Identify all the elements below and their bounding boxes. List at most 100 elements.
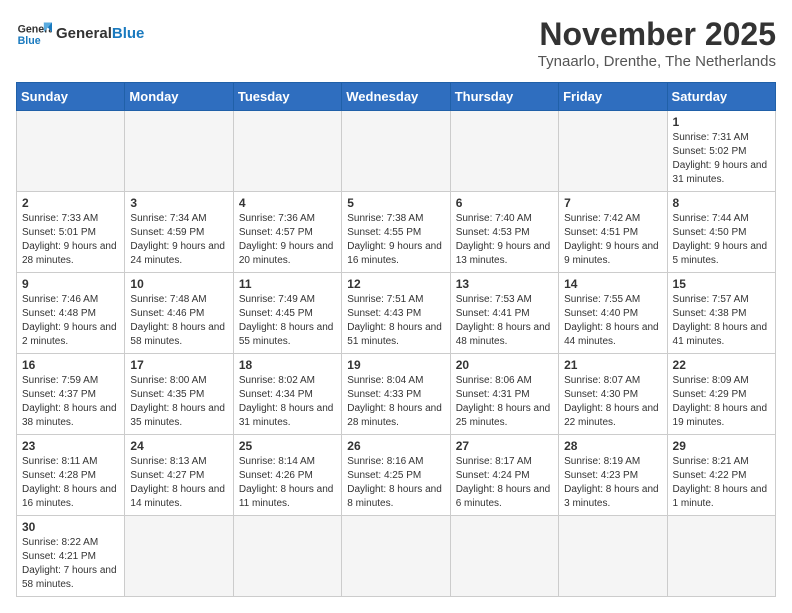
day-number: 22 xyxy=(673,358,770,372)
calendar-day-cell xyxy=(233,111,341,192)
calendar-week-row: 2 Sunrise: 7:33 AMSunset: 5:01 PMDaylight… xyxy=(17,192,776,273)
day-info: Sunrise: 7:34 AMSunset: 4:59 PMDaylight:… xyxy=(130,212,227,268)
day-info: Sunrise: 7:49 AMSunset: 4:45 PMDaylight:… xyxy=(239,293,336,349)
calendar-day-cell xyxy=(450,516,558,597)
calendar-week-row: 30 Sunrise: 8:22 AMSunset: 4:21 PMDayligh… xyxy=(17,516,776,597)
day-number: 10 xyxy=(130,277,227,291)
day-number: 19 xyxy=(347,358,444,372)
calendar-day-cell: 14 Sunrise: 7:55 AMSunset: 4:40 PMDayligh… xyxy=(559,273,667,354)
day-number: 29 xyxy=(673,439,770,453)
day-info: Sunrise: 7:42 AMSunset: 4:51 PMDaylight:… xyxy=(564,212,661,268)
calendar-day-cell xyxy=(559,111,667,192)
calendar-day-cell: 8 Sunrise: 7:44 AMSunset: 4:50 PMDaylight… xyxy=(667,192,775,273)
day-info: Sunrise: 8:22 AMSunset: 4:21 PMDaylight:… xyxy=(22,536,119,592)
month-year-title: November 2025 xyxy=(538,16,776,53)
calendar-table: SundayMondayTuesdayWednesdayThursdayFrid… xyxy=(16,82,776,597)
calendar-week-row: 1 Sunrise: 7:31 AMSunset: 5:02 PMDaylight… xyxy=(17,111,776,192)
day-header-monday: Monday xyxy=(125,83,233,111)
day-info: Sunrise: 8:09 AMSunset: 4:29 PMDaylight:… xyxy=(673,374,770,430)
calendar-header-row: SundayMondayTuesdayWednesdayThursdayFrid… xyxy=(17,83,776,111)
day-number: 17 xyxy=(130,358,227,372)
calendar-day-cell: 24 Sunrise: 8:13 AMSunset: 4:27 PMDayligh… xyxy=(125,435,233,516)
day-header-thursday: Thursday xyxy=(450,83,558,111)
day-number: 27 xyxy=(456,439,553,453)
calendar-day-cell: 29Sunrise: 8:21 AMSunset: 4:22 PMDayligh… xyxy=(667,435,775,516)
calendar-day-cell xyxy=(17,111,125,192)
day-number: 1 xyxy=(673,115,770,129)
day-number: 7 xyxy=(564,196,661,210)
calendar-day-cell: 11 Sunrise: 7:49 AMSunset: 4:45 PMDayligh… xyxy=(233,273,341,354)
day-number: 11 xyxy=(239,277,336,291)
day-number: 26 xyxy=(347,439,444,453)
logo: General Blue GeneralBlue xyxy=(16,16,144,52)
calendar-day-cell xyxy=(233,516,341,597)
day-info: Sunrise: 8:02 AMSunset: 4:34 PMDaylight:… xyxy=(239,374,336,430)
calendar-day-cell: 22 Sunrise: 8:09 AMSunset: 4:29 PMDayligh… xyxy=(667,354,775,435)
calendar-day-cell xyxy=(125,111,233,192)
day-info: Sunrise: 7:48 AMSunset: 4:46 PMDaylight:… xyxy=(130,293,227,349)
day-number: 23 xyxy=(22,439,119,453)
day-info: Sunrise: 7:55 AMSunset: 4:40 PMDaylight:… xyxy=(564,293,661,349)
day-header-sunday: Sunday xyxy=(17,83,125,111)
calendar-day-cell: 26 Sunrise: 8:16 AMSunset: 4:25 PMDayligh… xyxy=(342,435,450,516)
calendar-day-cell xyxy=(342,516,450,597)
day-header-friday: Friday xyxy=(559,83,667,111)
calendar-week-row: 23Sunrise: 8:11 AMSunset: 4:28 PMDayligh… xyxy=(17,435,776,516)
day-header-tuesday: Tuesday xyxy=(233,83,341,111)
calendar-day-cell: 15 Sunrise: 7:57 AMSunset: 4:38 PMDayligh… xyxy=(667,273,775,354)
calendar-day-cell: 20Sunrise: 8:06 AMSunset: 4:31 PMDayligh… xyxy=(450,354,558,435)
day-info: Sunrise: 7:38 AMSunset: 4:55 PMDaylight:… xyxy=(347,212,444,268)
svg-text:Blue: Blue xyxy=(18,35,41,47)
calendar-day-cell: 23Sunrise: 8:11 AMSunset: 4:28 PMDayligh… xyxy=(17,435,125,516)
calendar-day-cell: 25Sunrise: 8:14 AMSunset: 4:26 PMDayligh… xyxy=(233,435,341,516)
day-number: 12 xyxy=(347,277,444,291)
calendar-day-cell: 17 Sunrise: 8:00 AMSunset: 4:35 PMDayligh… xyxy=(125,354,233,435)
calendar-day-cell: 10 Sunrise: 7:48 AMSunset: 4:46 PMDayligh… xyxy=(125,273,233,354)
day-info: Sunrise: 7:36 AMSunset: 4:57 PMDaylight:… xyxy=(239,212,336,268)
day-number: 30 xyxy=(22,520,119,534)
day-number: 24 xyxy=(130,439,227,453)
day-info: Sunrise: 8:19 AMSunset: 4:23 PMDaylight:… xyxy=(564,455,661,511)
calendar-day-cell: 6Sunrise: 7:40 AMSunset: 4:53 PMDaylight… xyxy=(450,192,558,273)
day-number: 16 xyxy=(22,358,119,372)
calendar-week-row: 16 Sunrise: 7:59 AMSunset: 4:37 PMDayligh… xyxy=(17,354,776,435)
day-info: Sunrise: 7:53 AMSunset: 4:41 PMDaylight:… xyxy=(456,293,553,349)
day-info: Sunrise: 7:57 AMSunset: 4:38 PMDaylight:… xyxy=(673,293,770,349)
calendar-day-cell: 18 Sunrise: 8:02 AMSunset: 4:34 PMDayligh… xyxy=(233,354,341,435)
day-number: 4 xyxy=(239,196,336,210)
day-info: Sunrise: 7:51 AMSunset: 4:43 PMDaylight:… xyxy=(347,293,444,349)
day-number: 28 xyxy=(564,439,661,453)
day-info: Sunrise: 8:06 AMSunset: 4:31 PMDaylight:… xyxy=(456,374,553,430)
day-info: Sunrise: 7:33 AMSunset: 5:01 PMDaylight:… xyxy=(22,212,119,268)
day-info: Sunrise: 8:17 AMSunset: 4:24 PMDaylight:… xyxy=(456,455,553,511)
day-number: 3 xyxy=(130,196,227,210)
calendar-day-cell: 19Sunrise: 8:04 AMSunset: 4:33 PMDayligh… xyxy=(342,354,450,435)
calendar-day-cell: 9Sunrise: 7:46 AMSunset: 4:48 PMDaylight… xyxy=(17,273,125,354)
day-info: Sunrise: 8:13 AMSunset: 4:27 PMDaylight:… xyxy=(130,455,227,511)
day-number: 18 xyxy=(239,358,336,372)
day-number: 9 xyxy=(22,277,119,291)
calendar-day-cell: 27 Sunrise: 8:17 AMSunset: 4:24 PMDayligh… xyxy=(450,435,558,516)
calendar-day-cell: 16 Sunrise: 7:59 AMSunset: 4:37 PMDayligh… xyxy=(17,354,125,435)
calendar-day-cell: 1 Sunrise: 7:31 AMSunset: 5:02 PMDaylight… xyxy=(667,111,775,192)
day-info: Sunrise: 7:31 AMSunset: 5:02 PMDaylight:… xyxy=(673,131,770,187)
calendar-day-cell: 7 Sunrise: 7:42 AMSunset: 4:51 PMDaylight… xyxy=(559,192,667,273)
day-number: 15 xyxy=(673,277,770,291)
calendar-day-cell: 4 Sunrise: 7:36 AMSunset: 4:57 PMDaylight… xyxy=(233,192,341,273)
day-info: Sunrise: 7:44 AMSunset: 4:50 PMDaylight:… xyxy=(673,212,770,268)
day-info: Sunrise: 8:00 AMSunset: 4:35 PMDaylight:… xyxy=(130,374,227,430)
day-number: 8 xyxy=(673,196,770,210)
day-number: 2 xyxy=(22,196,119,210)
calendar-day-cell: 13Sunrise: 7:53 AMSunset: 4:41 PMDayligh… xyxy=(450,273,558,354)
day-number: 5 xyxy=(347,196,444,210)
calendar-day-cell xyxy=(125,516,233,597)
day-info: Sunrise: 7:40 AMSunset: 4:53 PMDaylight:… xyxy=(456,212,553,268)
calendar-day-cell xyxy=(667,516,775,597)
day-info: Sunrise: 8:16 AMSunset: 4:25 PMDaylight:… xyxy=(347,455,444,511)
day-number: 14 xyxy=(564,277,661,291)
day-number: 21 xyxy=(564,358,661,372)
calendar-day-cell: 3 Sunrise: 7:34 AMSunset: 4:59 PMDaylight… xyxy=(125,192,233,273)
day-info: Sunrise: 8:14 AMSunset: 4:26 PMDaylight:… xyxy=(239,455,336,511)
day-info: Sunrise: 7:59 AMSunset: 4:37 PMDaylight:… xyxy=(22,374,119,430)
calendar-day-cell: 2 Sunrise: 7:33 AMSunset: 5:01 PMDaylight… xyxy=(17,192,125,273)
